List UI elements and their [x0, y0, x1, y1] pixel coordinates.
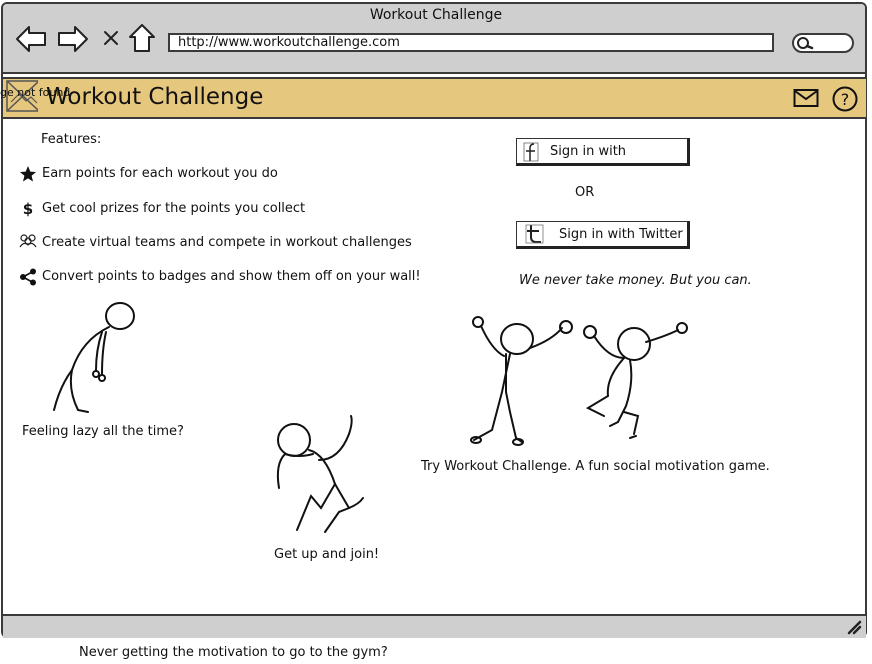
- forward-arrow-icon[interactable]: [56, 24, 90, 54]
- lazy-stick-figure-image: [53, 302, 135, 413]
- tagline: We never take money. But you can.: [519, 273, 752, 288]
- feature-item: Earn points for each workout you do: [42, 166, 278, 181]
- svg-text:?: ?: [841, 90, 850, 109]
- dollar-icon: $: [23, 200, 33, 217]
- browser-search-box[interactable]: [792, 33, 854, 53]
- share-icon: [20, 268, 36, 286]
- gym-caption: Never getting the motivation to go to th…: [79, 645, 388, 660]
- svg-text:$: $: [23, 200, 33, 217]
- feature-item: Convert points to badges and show them o…: [42, 269, 421, 284]
- twitter-signin-button[interactable]: Sign in with Twitter: [516, 221, 690, 249]
- home-icon[interactable]: [127, 22, 157, 54]
- facebook-icon: [523, 142, 539, 162]
- or-text: OR: [575, 185, 595, 200]
- app-title: Workout Challenge: [46, 84, 264, 110]
- cheering-stick-figures-image: [470, 316, 688, 446]
- star-icon: [20, 166, 36, 182]
- feature-item: Get cool prizes for the points you colle…: [42, 201, 306, 216]
- twitter-icon: [525, 224, 544, 244]
- facebook-signin-label: Sign in with: [550, 144, 627, 159]
- twitter-signin-label: Sign in with Twitter: [559, 227, 683, 242]
- mail-icon[interactable]: [793, 88, 819, 108]
- address-bar[interactable]: http://www.workoutchallenge.com: [168, 33, 774, 52]
- feature-item: Create virtual teams and compete in work…: [42, 235, 412, 250]
- lazy-caption: Feeling lazy all the time?: [22, 424, 184, 439]
- back-arrow-icon[interactable]: [14, 24, 48, 54]
- join-caption: Get up and join!: [274, 547, 380, 562]
- getting-up-stick-figure-image: [276, 415, 364, 533]
- group-icon: [19, 234, 37, 248]
- stop-x-icon[interactable]: [102, 29, 120, 47]
- help-icon[interactable]: ?: [831, 85, 859, 113]
- features-heading: Features:: [41, 132, 102, 147]
- resize-grip-icon[interactable]: [846, 619, 862, 635]
- facebook-signin-button[interactable]: Sign in with: [516, 138, 690, 166]
- search-icon: [797, 37, 814, 50]
- window-title: Workout Challenge: [369, 7, 503, 23]
- try-caption: Try Workout Challenge. A fun social moti…: [421, 459, 770, 474]
- browser-statusbar: [3, 614, 866, 638]
